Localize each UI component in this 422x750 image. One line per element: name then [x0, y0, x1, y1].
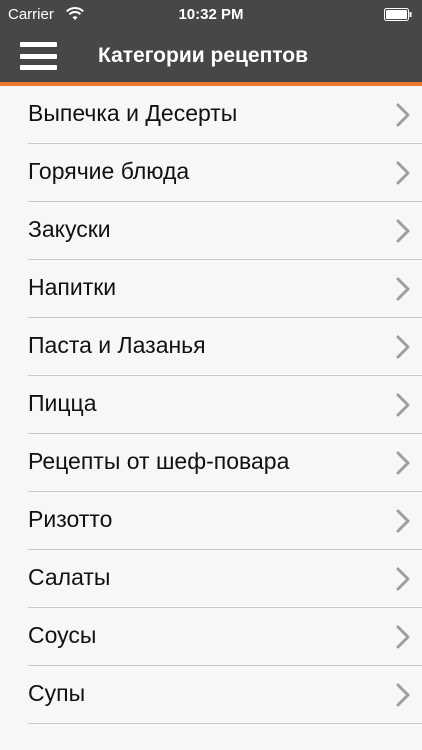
category-row[interactable]: Ризотто: [0, 492, 422, 550]
chevron-right-icon: [396, 567, 410, 591]
category-row[interactable]: Паста и Лазанья: [0, 318, 422, 376]
category-label: Паста и Лазанья: [28, 332, 206, 358]
category-label: Супы: [28, 680, 86, 706]
chevron-right-icon: [396, 103, 410, 127]
category-row[interactable]: Горячие блюда: [0, 144, 422, 202]
category-row[interactable]: Закуски: [0, 202, 422, 260]
chevron-right-icon: [396, 393, 410, 417]
category-label: Напитки: [28, 274, 117, 300]
category-row[interactable]: Рецепты от шеф-повара: [0, 434, 422, 492]
status-time: 10:32 PM: [178, 6, 244, 23]
status-bar: Carrier 10:32 PM: [0, 0, 422, 30]
battery-icon: [384, 8, 412, 21]
chevron-right-icon: [396, 277, 410, 301]
category-label: Салаты: [28, 564, 111, 590]
category-row[interactable]: Пицца: [0, 376, 422, 434]
chevron-right-icon: [396, 161, 410, 185]
category-label: Горячие блюда: [28, 158, 190, 184]
category-label: Соусы: [28, 622, 97, 648]
category-label: Закуски: [28, 216, 111, 242]
hamburger-menu-icon[interactable]: [20, 42, 57, 70]
chevron-right-icon: [396, 509, 410, 533]
category-label: Выпечка и Десерты: [28, 100, 238, 126]
category-row[interactable]: Соусы: [0, 608, 422, 666]
category-label: Пицца: [28, 390, 97, 416]
chevron-right-icon: [396, 683, 410, 707]
chevron-right-icon: [396, 219, 410, 243]
page-title: Категории рецептов: [98, 44, 309, 67]
chevron-right-icon: [396, 451, 410, 475]
category-label: Ризотто: [28, 506, 113, 532]
category-row[interactable]: Выпечка и Десерты: [0, 86, 422, 144]
category-row[interactable]: Супы: [0, 666, 422, 724]
row-separator: [28, 723, 422, 724]
chevron-right-icon: [396, 335, 410, 359]
category-row[interactable]: Напитки: [0, 260, 422, 318]
category-list: Выпечка и Десерты Горячие блюда Закуски Нап…: [0, 86, 422, 724]
chevron-right-icon: [396, 625, 410, 649]
navigation-bar: Категории рецептов: [0, 30, 422, 82]
category-row[interactable]: Салаты: [0, 550, 422, 608]
category-label: Рецепты от шеф-повара: [28, 448, 290, 474]
